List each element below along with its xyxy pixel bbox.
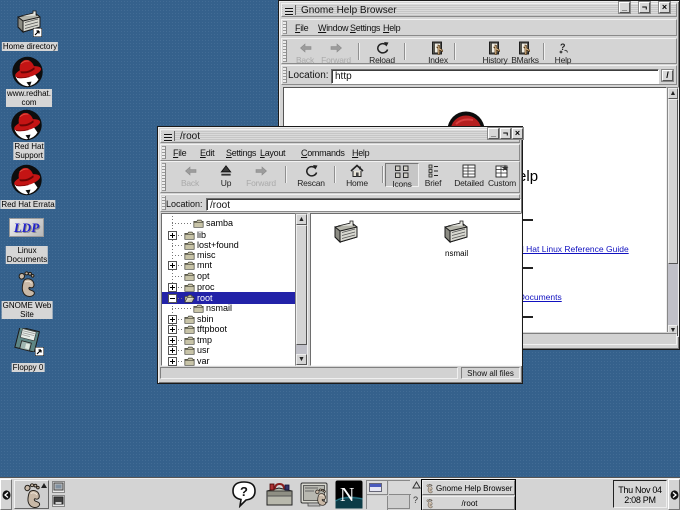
svg-text:N: N — [340, 484, 354, 506]
svg-text:?: ? — [240, 484, 248, 499]
